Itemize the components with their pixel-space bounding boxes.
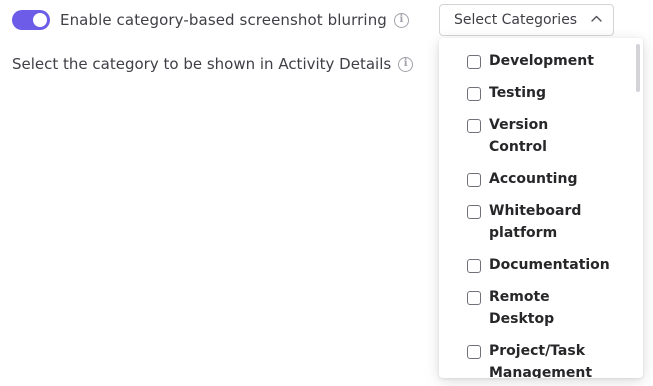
category-checkbox[interactable] <box>467 205 481 219</box>
info-icon[interactable]: i <box>398 56 414 72</box>
category-option[interactable]: Project/Task Management <box>439 342 643 378</box>
select-categories-button[interactable]: Select Categories <box>439 4 614 36</box>
category-option-label: Version Control <box>489 117 549 155</box>
category-option[interactable]: Development <box>439 52 643 72</box>
category-option-label: Whiteboard platform <box>489 203 582 241</box>
activity-setting-row: Select the category to be shown in Activ… <box>12 53 414 75</box>
select-categories-label: Select Categories <box>454 12 578 28</box>
info-icon[interactable]: i <box>393 12 409 28</box>
category-option-label: Testing <box>489 85 546 101</box>
chevron-up-icon <box>591 15 602 22</box>
activity-setting-label: Select the category to be shown in Activ… <box>12 55 392 73</box>
category-option[interactable]: Version Control <box>439 116 643 158</box>
category-checkbox[interactable] <box>467 119 481 133</box>
dropdown-scrollbar[interactable] <box>636 44 640 92</box>
category-option[interactable]: Whiteboard platform <box>439 202 643 244</box>
category-option[interactable]: Remote Desktop <box>439 288 643 330</box>
category-checkbox[interactable] <box>467 55 481 69</box>
category-option[interactable]: Documentation <box>439 256 643 276</box>
category-checkbox[interactable] <box>467 87 481 101</box>
blur-setting-label: Enable category-based screenshot blurrin… <box>60 11 387 29</box>
blur-setting-row: Enable category-based screenshot blurrin… <box>12 9 409 31</box>
category-option-label: Remote Desktop <box>489 289 555 327</box>
categories-dropdown[interactable]: Development Testing Version Control Acco… <box>439 38 643 378</box>
category-checkbox[interactable] <box>467 259 481 273</box>
category-checkbox[interactable] <box>467 345 481 359</box>
toggle-knob <box>33 13 47 27</box>
category-option-label: Project/Task Management <box>489 343 593 378</box>
category-checkbox[interactable] <box>467 173 481 187</box>
category-option-label: Accounting <box>489 171 578 187</box>
category-option-label: Development <box>489 53 594 69</box>
category-option[interactable]: Testing <box>439 84 643 104</box>
category-option-label: Documentation <box>489 257 610 273</box>
category-checkbox[interactable] <box>467 291 481 305</box>
category-option[interactable]: Accounting <box>439 170 643 190</box>
blur-toggle[interactable] <box>12 10 50 30</box>
